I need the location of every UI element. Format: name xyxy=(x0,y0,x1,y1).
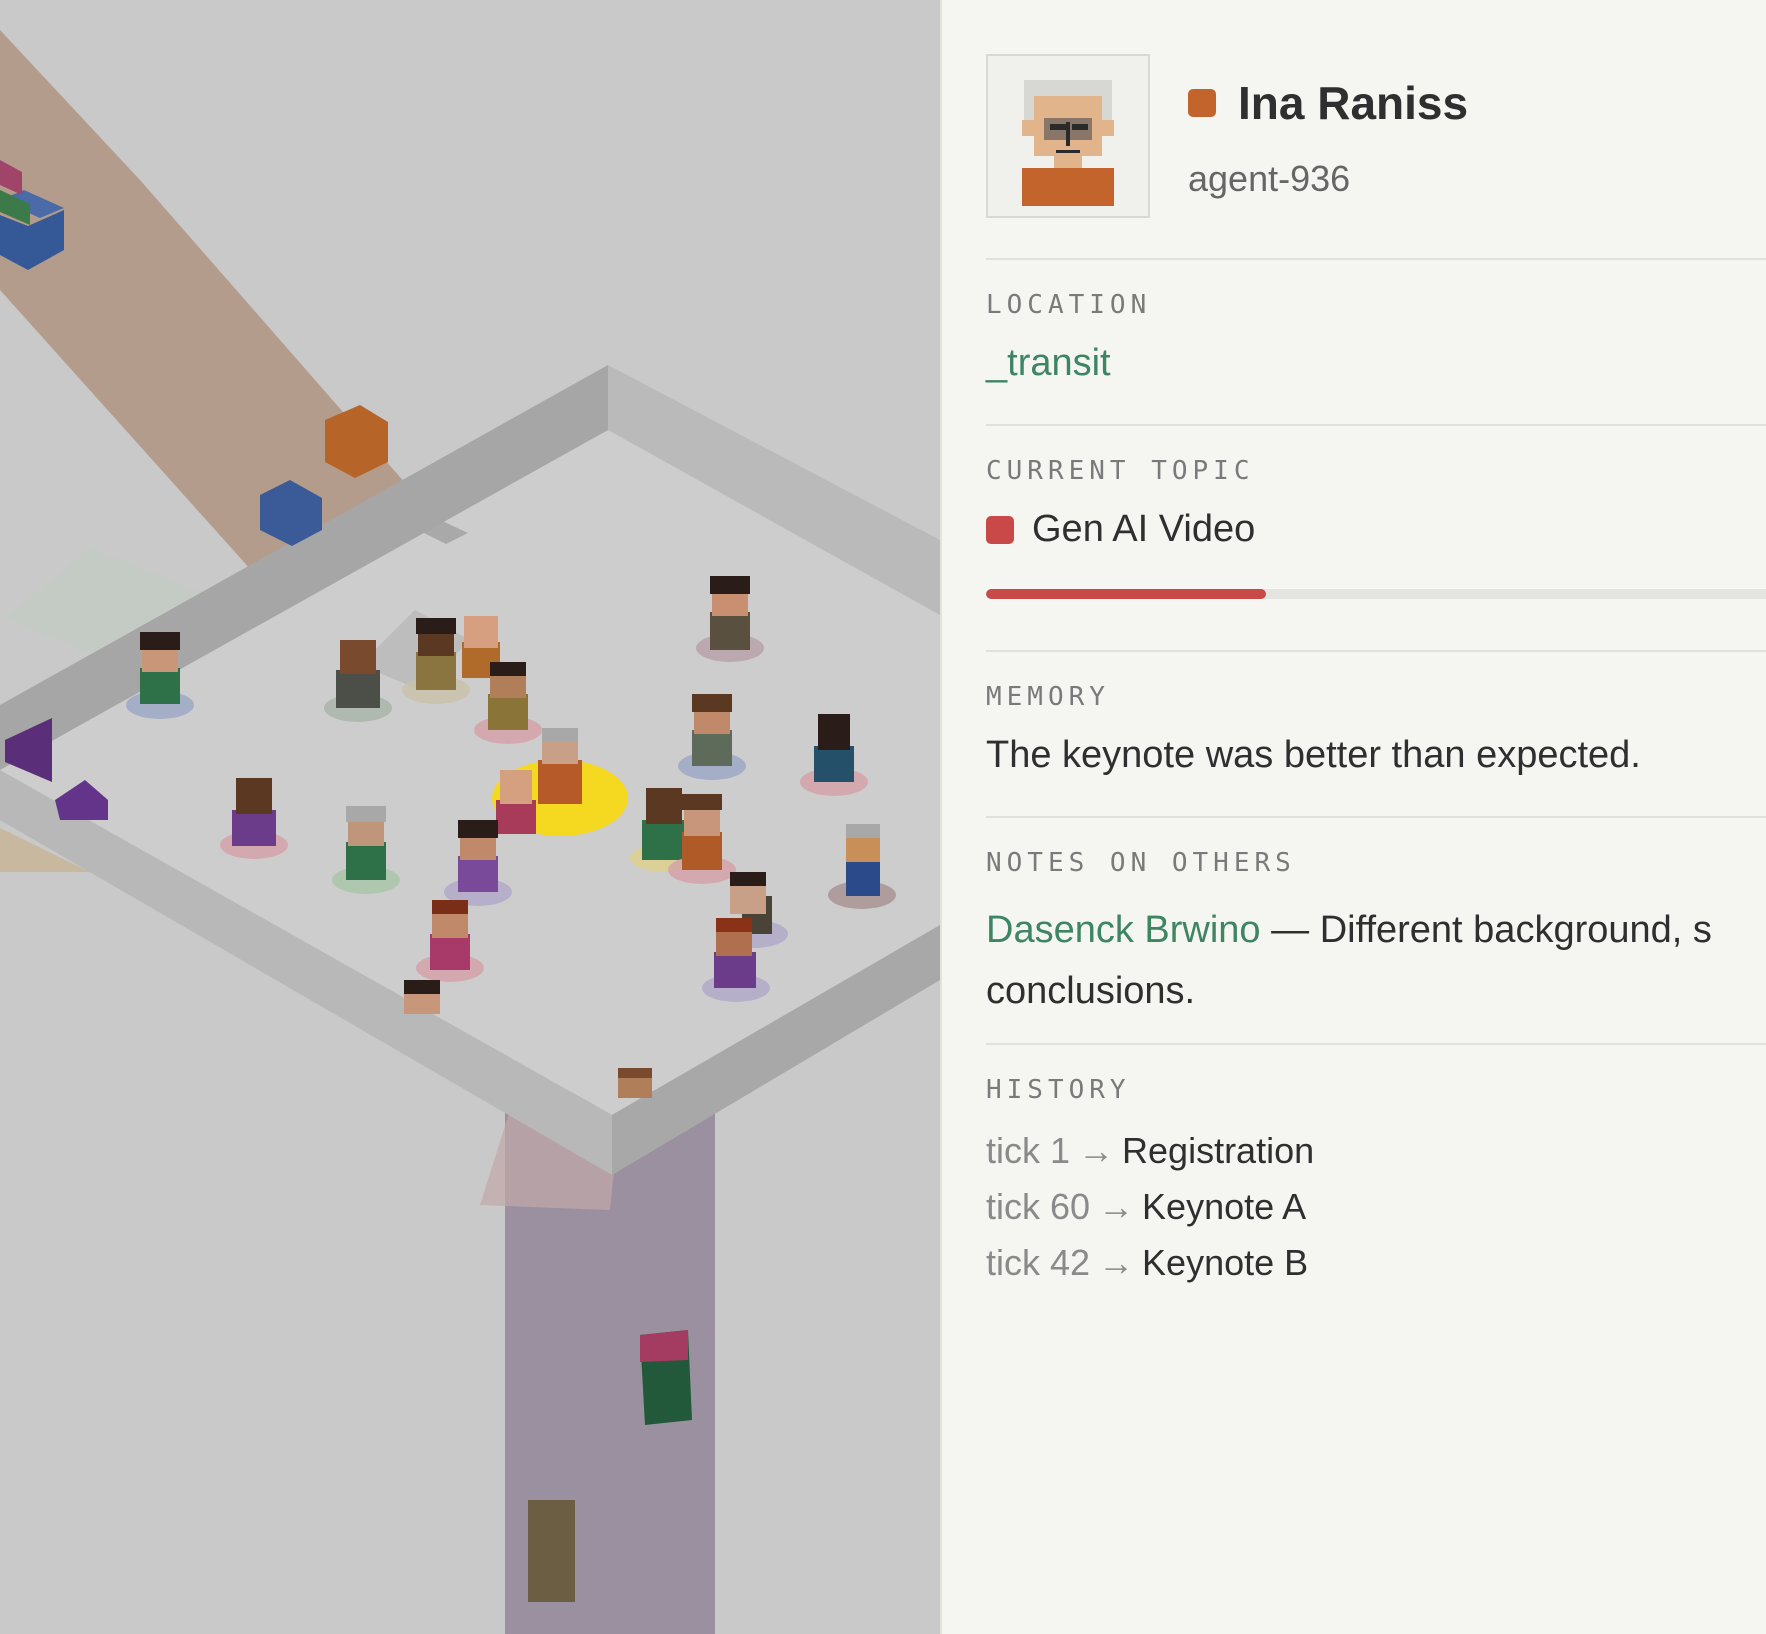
arrow-icon: → xyxy=(1078,1130,1115,1171)
topic-progress-fill xyxy=(986,589,1266,599)
arrow-icon: → xyxy=(1098,1242,1135,1283)
topic-color-indicator xyxy=(986,515,1014,544)
current-topic-section: CURRENT TOPIC Gen AI Video xyxy=(986,424,1766,599)
location-link[interactable]: _transit xyxy=(986,342,1766,385)
history-tick: tick 42 xyxy=(986,1242,1091,1283)
note-agent-link[interactable]: Dasenck Brwino xyxy=(986,909,1261,951)
crate-pink-top xyxy=(640,1330,688,1362)
arrow-icon: → xyxy=(1098,1186,1135,1227)
avatar xyxy=(986,54,1150,218)
memory-text: The keynote was better than expected. xyxy=(986,734,1641,776)
history-section: HISTORY tick 1 → Registration tick 60 → Keyn… xyxy=(986,1043,1766,1291)
path-northwest xyxy=(0,30,420,580)
topic-name: Gen AI Video xyxy=(1032,508,1256,550)
location-label: LOCATION xyxy=(986,290,1152,320)
history-event: Keynote A xyxy=(1142,1186,1307,1227)
memory-label: MEMORY xyxy=(986,682,1110,712)
current-topic-label: CURRENT TOPIC xyxy=(986,456,1255,486)
topic-progress-bar xyxy=(986,589,1766,599)
history-event: Registration xyxy=(1122,1130,1315,1171)
crate-olive xyxy=(528,1500,575,1602)
agent-name: Ina Raniss xyxy=(1238,77,1469,129)
memory-section: MEMORY The keynote was better than expec… xyxy=(986,650,1766,777)
world-viewport[interactable] xyxy=(0,0,940,1634)
history-list: tick 1 → Registration tick 60 → Keynote A ti… xyxy=(986,1123,1766,1291)
note-separator: — xyxy=(1271,909,1310,951)
agent-figure[interactable] xyxy=(404,980,440,1014)
pixel-portrait-icon xyxy=(1022,80,1114,206)
agent-id: agent-936 xyxy=(1188,158,1351,199)
history-item: tick 42 → Keynote B xyxy=(986,1235,1766,1291)
history-tick: tick 1 xyxy=(986,1130,1071,1171)
notes-section: NOTES ON OTHERS Dasenck Brwino — Differe… xyxy=(986,816,1766,1022)
history-tick: tick 60 xyxy=(986,1186,1091,1227)
agent-figure[interactable] xyxy=(618,1068,652,1098)
isometric-map[interactable] xyxy=(0,0,940,1634)
notes-label: NOTES ON OTHERS xyxy=(986,848,1296,878)
note-text-line1: Different background, s xyxy=(1319,909,1712,951)
location-section: LOCATION _transit xyxy=(986,258,1766,385)
history-label: HISTORY xyxy=(986,1075,1131,1105)
history-item: tick 60 → Keynote A xyxy=(986,1179,1766,1235)
agent-header: Ina Raniss agent-936 xyxy=(986,54,1766,224)
note-text-line2: conclusions. xyxy=(986,970,1196,1012)
history-event: Keynote B xyxy=(1142,1242,1309,1283)
agent-name-row: Ina Raniss xyxy=(1188,76,1468,130)
status-color-indicator xyxy=(1188,89,1216,117)
topic-row: Gen AI Video xyxy=(986,508,1766,551)
history-item: tick 1 → Registration xyxy=(986,1123,1766,1179)
note-entry: Dasenck Brwino — Different background, s… xyxy=(986,900,1766,1022)
agent-detail-panel: Ina Raniss agent-936 LOCATION _transit C… xyxy=(940,0,1766,1634)
